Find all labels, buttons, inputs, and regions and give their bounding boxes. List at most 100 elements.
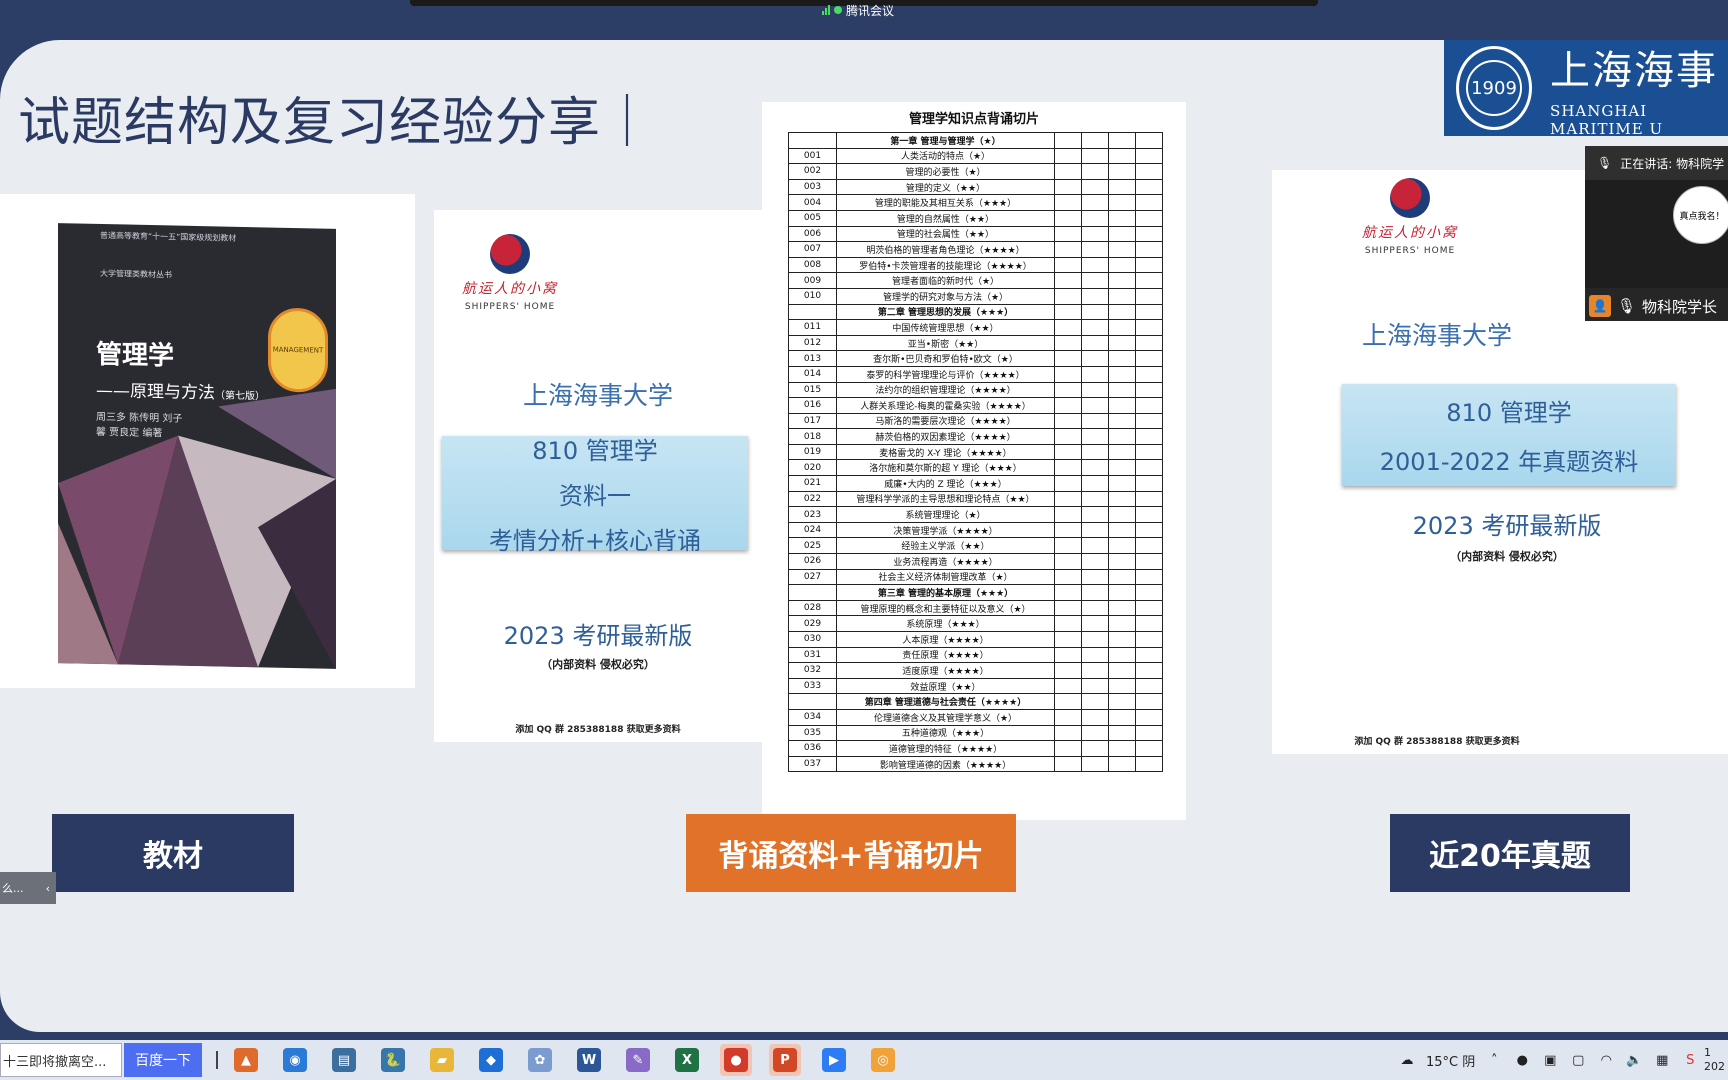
row-text: 影响管理道德的因素（★★★★）	[836, 755, 1055, 773]
antivirus-icon[interactable]: S	[1681, 1051, 1699, 1069]
blank-cell	[1054, 350, 1082, 367]
wifi-icon[interactable]: ◠	[1597, 1051, 1615, 1069]
blank-cell	[1135, 490, 1163, 508]
blank-cell	[1108, 584, 1136, 601]
row-number: 028	[788, 599, 837, 617]
python-icon-glyph: 🐍	[381, 1048, 405, 1072]
qq-group-note: 添加 QQ 群 285388188 获取更多资料	[1354, 737, 1520, 747]
blank-cell	[1081, 397, 1109, 414]
excel-icon[interactable]: X	[671, 1044, 703, 1076]
camera-icon[interactable]: ◎	[867, 1044, 899, 1076]
record-icon[interactable]: ●	[720, 1044, 752, 1076]
row-text: 第二章 管理思想的发展（★★★）	[836, 303, 1055, 321]
blank-cell	[1054, 147, 1082, 165]
video-panel[interactable]: 🎙 正在讲话: 物科院学 真点我名！ 👤 🎙 物科院学长	[1585, 146, 1728, 321]
table-row: 029 系统原理（★★★）	[788, 615, 1163, 632]
matlab-icon[interactable]: ▲	[230, 1044, 262, 1076]
blank-cell	[1135, 381, 1163, 399]
meeting-indicator[interactable]: 腾讯会议	[822, 2, 894, 18]
slide-title: 试题结构及复习经验分享｜	[18, 93, 655, 153]
row-text: 决策管理学派（★★★★）	[836, 521, 1055, 539]
blank-cell	[1054, 412, 1082, 430]
app-icon-glyph: ✿	[528, 1048, 552, 1072]
paint-icon[interactable]: ✎	[622, 1044, 654, 1076]
tray-app-icon[interactable]: ▣	[1541, 1051, 1559, 1069]
python-icon[interactable]: 🐍	[377, 1044, 409, 1076]
textbook-cover: 普通高等教育“十一五”国家级规划教材 大学管理类教材丛书 MANAGEMENT …	[58, 223, 336, 669]
table-row: 019 麦格雷戈的 X-Y 理论（★★★★）	[788, 443, 1163, 461]
tray-app-icon[interactable]: ●	[1513, 1051, 1531, 1069]
files-icon[interactable]: ▤	[328, 1044, 360, 1076]
blank-cell	[1135, 163, 1163, 180]
powerpoint-icon[interactable]: P	[769, 1044, 801, 1076]
table-row: 009 管理者面临的新时代（★）	[788, 272, 1163, 289]
blank-cell	[1135, 506, 1163, 523]
logo-icon	[1390, 178, 1430, 218]
logo-icon	[490, 234, 530, 274]
word-icon[interactable]: W	[573, 1044, 605, 1076]
table-row: 011 中国传统管理思想（★★）	[788, 319, 1163, 336]
seal-year: 1909	[1466, 60, 1523, 116]
blank-cell	[1054, 521, 1082, 539]
row-number: 012	[788, 334, 837, 352]
row-number: 016	[788, 397, 837, 414]
browser-icon[interactable]: ◉	[279, 1044, 311, 1076]
row-number: 010	[788, 287, 837, 305]
taskbar-clock[interactable]: 1 202	[1704, 1040, 1725, 1080]
row-text: 管理学的研究对象与方法（★）	[836, 287, 1055, 305]
row-number: 001	[788, 147, 837, 165]
app-icon[interactable]: ✿	[524, 1044, 556, 1076]
meeting-icon[interactable]: ◆	[475, 1044, 507, 1076]
textbook-label: 教材	[52, 814, 294, 892]
side-panel-toggle[interactable]: 么... ‹	[0, 872, 56, 904]
blank-cell	[1054, 443, 1082, 461]
taskbar-search-input[interactable]: 十三即将撤离空...	[0, 1043, 122, 1077]
blank-cell	[1108, 241, 1136, 258]
row-number: 009	[788, 272, 837, 289]
table-row: 021 威廉•大内的 Z 理论（★★★）	[788, 475, 1163, 492]
blank-cell	[1135, 178, 1163, 196]
row-text: 管理的社会属性（★★）	[836, 225, 1055, 243]
row-number	[788, 584, 837, 601]
blank-cell	[1081, 381, 1109, 399]
blank-cell	[1108, 209, 1136, 227]
blank-cell	[1135, 599, 1163, 617]
row-text: 系统原理（★★★）	[836, 615, 1055, 632]
row-text: 管理的定义（★★）	[836, 178, 1055, 196]
row-text: 管理者面临的新时代（★）	[836, 272, 1055, 289]
network-icon[interactable]: ▦	[1653, 1051, 1671, 1069]
chevron-up-icon[interactable]: ˄	[1485, 1051, 1503, 1069]
row-text: 罗伯特•卡茨管理者的技能理论（★★★★）	[836, 256, 1055, 274]
browser-icon-glyph: ◉	[283, 1048, 307, 1072]
taskbar: 十三即将撤离空... 百度一下 ▲ ◉ ▤ 🐍 ▰ ◆ ✿ W ✎ X ● P ▶ ◎ ☁ 15°C 阴 …	[0, 1040, 1728, 1080]
row-number: 027	[788, 568, 837, 586]
table-row: 033 效益原理（★★）	[788, 677, 1163, 695]
school-name: 上海海事大学	[1361, 321, 1512, 350]
blank-cell	[1081, 194, 1109, 211]
blank-cell	[1054, 755, 1082, 773]
row-text: 赫茨伯格的双因素理论（★★★★）	[836, 428, 1055, 445]
table-row: 017 马斯洛的需要层次理论（★★★★）	[788, 412, 1163, 430]
row-text: 管理科学学派的主导思想和理论特点（★★）	[836, 490, 1055, 508]
row-text: 麦格雷戈的 X-Y 理论（★★★★）	[836, 443, 1055, 461]
row-number: 030	[788, 631, 837, 648]
blank-cell	[1081, 163, 1109, 180]
blank-cell	[1135, 521, 1163, 539]
row-text: 管理的必要性（★）	[836, 163, 1055, 180]
blank-cell	[1135, 693, 1163, 710]
blank-cell	[1081, 319, 1109, 336]
blank-cell	[1135, 256, 1163, 274]
blank-cell	[1108, 147, 1136, 165]
tencent-meeting-icon[interactable]: ▶	[818, 1044, 850, 1076]
baidu-search-button[interactable]: 百度一下	[124, 1043, 202, 1077]
blank-cell	[1054, 397, 1082, 414]
university-logo: 1909 上海海事 SHANGHAI MARITIME U	[1444, 40, 1728, 138]
volume-icon[interactable]: 🔈	[1625, 1051, 1643, 1069]
row-text: 系统管理理论（★）	[836, 506, 1055, 523]
blank-cell	[1081, 662, 1109, 679]
folder-icon[interactable]: ▰	[426, 1044, 458, 1076]
blank-cell	[1081, 459, 1109, 477]
tray-app-icon[interactable]: ▢	[1569, 1051, 1587, 1069]
paint-icon-glyph: ✎	[626, 1048, 650, 1072]
row-number	[788, 693, 837, 710]
